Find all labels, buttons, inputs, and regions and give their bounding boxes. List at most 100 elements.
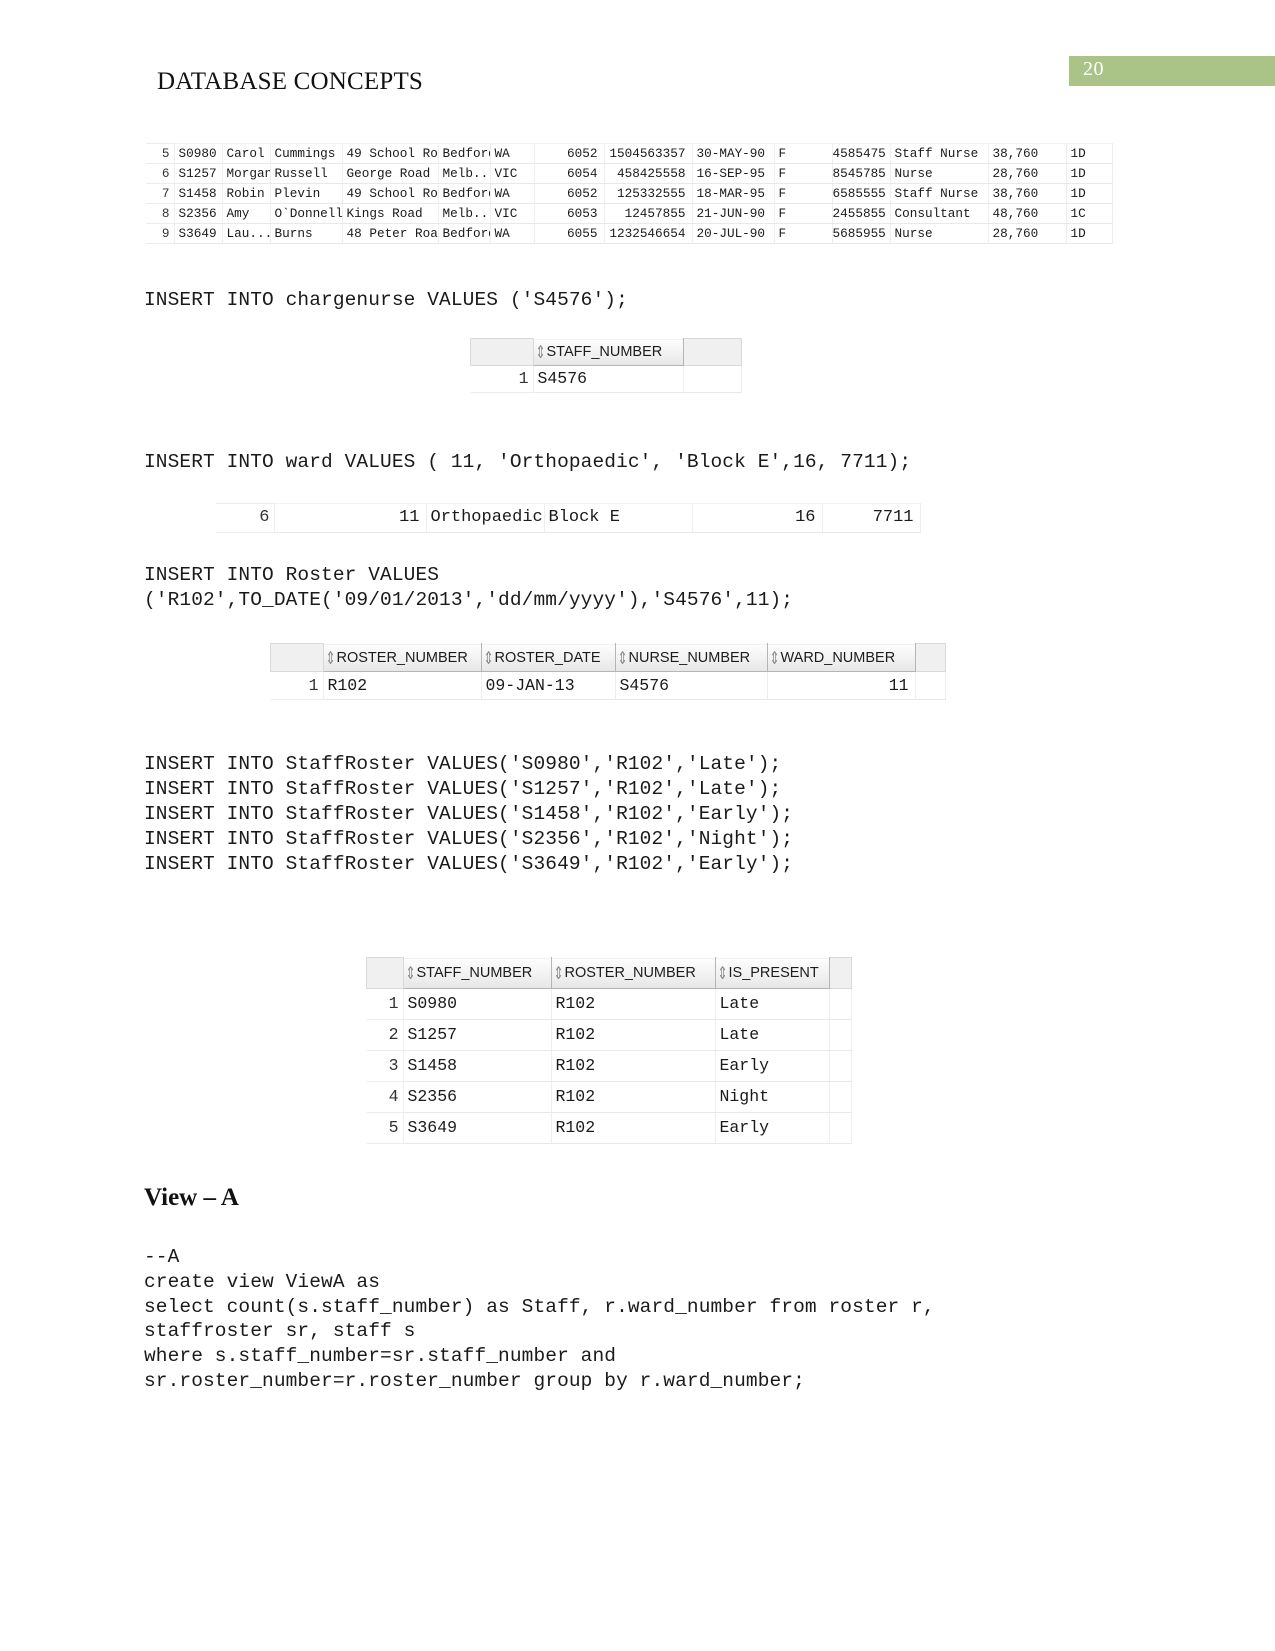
cell-ward: 1C [1065,203,1113,224]
table-row[interactable]: 6 11 Orthopaedic Block E 16 7711 [216,503,921,533]
grid-corner-cell [366,957,404,989]
table-row[interactable]: 9S3649Lau...Burns48 Peter RoadBedfordWA6… [146,223,1113,244]
sort-glyph-icon: ⇕ [717,963,728,984]
cell-ward-name: Orthopaedic [425,503,545,533]
cell-is-present: Late [714,988,830,1020]
cell-salary: 38,760 [987,183,1067,204]
column-header-staff-number[interactable]: ⇕STAFF_NUMBER [402,957,552,989]
column-header-nurse-number[interactable]: ⇕NURSE_NUMBER [614,643,768,672]
cell-address: 49 School Road [341,143,439,164]
sort-glyph-icon: ⇕ [769,647,780,668]
sort-glyph-icon: ⇕ [325,647,336,668]
cell-empty [828,1081,852,1113]
cell-postcode: 6052 [533,183,605,204]
page-title: DATABASE CONCEPTS [157,68,424,95]
cell-ward: 1D [1065,143,1113,164]
table-row[interactable]: 2 S1257 R102 Late [366,1019,852,1051]
cell-empty [828,1019,852,1051]
column-header-roster-number[interactable]: ⇕ROSTER_NUMBER [550,957,716,989]
cell-salary: 48,760 [987,203,1067,224]
row-number: 3 [366,1050,403,1082]
cell-phone: 1504563357 [603,143,693,164]
cell-state: VIC [489,163,535,184]
cell-last-name: O`Donnell [269,203,343,224]
cell-staff-number: S0980 [402,988,552,1020]
cell-staff-number: S3649 [173,223,223,244]
cell-city: Melb... [437,203,491,224]
column-header-ward-number[interactable]: ⇕WARD_NUMBER [766,643,916,672]
column-header-roster-number[interactable]: ⇕ROSTER_NUMBER [322,643,482,672]
cell-address: 48 Peter Road [341,223,439,244]
sort-glyph-icon: ⇕ [553,963,564,984]
cell-postcode: 6054 [533,163,605,184]
cell-empty [828,988,852,1020]
cell-registration: 2455855 [831,203,891,224]
cell-ward-number: 11 [273,503,427,533]
grid-filler-cell [682,338,742,366]
cell-first-name: Morgan [221,163,271,184]
cell-staff-number: S0980 [173,143,223,164]
cell-staff-number: S2356 [402,1081,552,1113]
cell-address: 49 School Road [341,183,439,204]
cell-position: Nurse [889,163,989,184]
cell-gender: F [773,203,833,224]
grid-filler-cell [828,957,852,989]
cell-staff-number: S1257 [402,1019,552,1051]
table-row[interactable]: 1 S0980 R102 Late [366,988,852,1020]
table-row[interactable]: 1 R102 09-JAN-13 S4576 11 [270,671,946,700]
row-number: 2 [366,1019,403,1051]
cell-is-present: Early [714,1112,830,1144]
cell-address: Kings Road [341,203,439,224]
cell-position: Staff Nurse [889,183,989,204]
cell-registration: 5685955 [831,223,891,244]
cell-staff-number: S1257 [173,163,223,184]
roster-result-grid: ⇕ROSTER_NUMBER ⇕ROSTER_DATE ⇕NURSE_NUMBE… [270,643,946,700]
table-row[interactable]: 3 S1458 R102 Early [366,1050,852,1082]
row-number: 5 [366,1112,403,1144]
cell-empty [828,1050,852,1082]
row-number: 1 [270,671,323,700]
cell-beds: 16 [691,503,823,533]
cell-empty [682,365,742,393]
table-row[interactable]: 1 S4576 [470,365,742,393]
cell-roster-number: R102 [550,1019,716,1051]
column-header-is-present[interactable]: ⇕IS_PRESENT [714,957,830,989]
cell-phone: 125332555 [603,183,693,204]
grid-filler-cell [914,643,946,672]
staff-result-grid: 5S0980CarolCummings49 School RoadBedford… [146,143,1113,244]
cell-roster-date: 09-JAN-13 [480,671,616,700]
sort-glyph-icon: ⇕ [405,963,416,984]
cell-staff-number: S1458 [173,183,223,204]
sql-insert-staffroster-line-3: INSERT INTO StaffRoster VALUES('S1458','… [144,803,794,825]
cell-state: WA [489,143,535,164]
table-row[interactable]: 5 S3649 R102 Early [366,1112,852,1144]
cell-last-name: Plevin [269,183,343,204]
cell-roster-number: R102 [550,1112,716,1144]
table-row[interactable]: 4 S2356 R102 Night [366,1081,852,1113]
cell-staff-number: S4576 [532,365,684,393]
cell-city: Bedford [437,223,491,244]
cell-dob: 30-MAY-90 [691,143,775,164]
cell-salary: 38,760 [987,143,1067,164]
cell-salary: 28,760 [987,223,1067,244]
sql-view-a-code: --A create view ViewA as select count(s.… [144,1246,935,1392]
table-row[interactable]: 5S0980CarolCummings49 School RoadBedford… [146,143,1113,164]
ward-result-grid: 6 11 Orthopaedic Block E 16 7711 [216,503,921,533]
cell-state: VIC [489,203,535,224]
cell-dob: 16-SEP-95 [691,163,775,184]
row-number: 9 [146,223,174,244]
row-number: 1 [470,365,533,393]
cell-address: George Road [341,163,439,184]
cell-postcode: 6055 [533,223,605,244]
table-row[interactable]: 8S2356AmyO`DonnellKings RoadMelb...VIC60… [146,203,1113,224]
cell-registration: 8545785 [831,163,891,184]
column-header-staff-number[interactable]: ⇕STAFF_NUMBER [532,338,684,366]
cell-is-present: Early [714,1050,830,1082]
cell-dob: 20-JUL-90 [691,223,775,244]
column-header-roster-date[interactable]: ⇕ROSTER_DATE [480,643,616,672]
cell-phone: 7711 [821,503,921,533]
table-row[interactable]: 6S1257MorganRussellGeorge RoadMelb...VIC… [146,163,1113,184]
table-row[interactable]: 7S1458RobinPlevin49 School RoadBedfordWA… [146,183,1113,204]
cell-is-present: Night [714,1081,830,1113]
sql-insert-chargenurse: INSERT INTO chargenurse VALUES ('S4576')… [144,289,628,311]
